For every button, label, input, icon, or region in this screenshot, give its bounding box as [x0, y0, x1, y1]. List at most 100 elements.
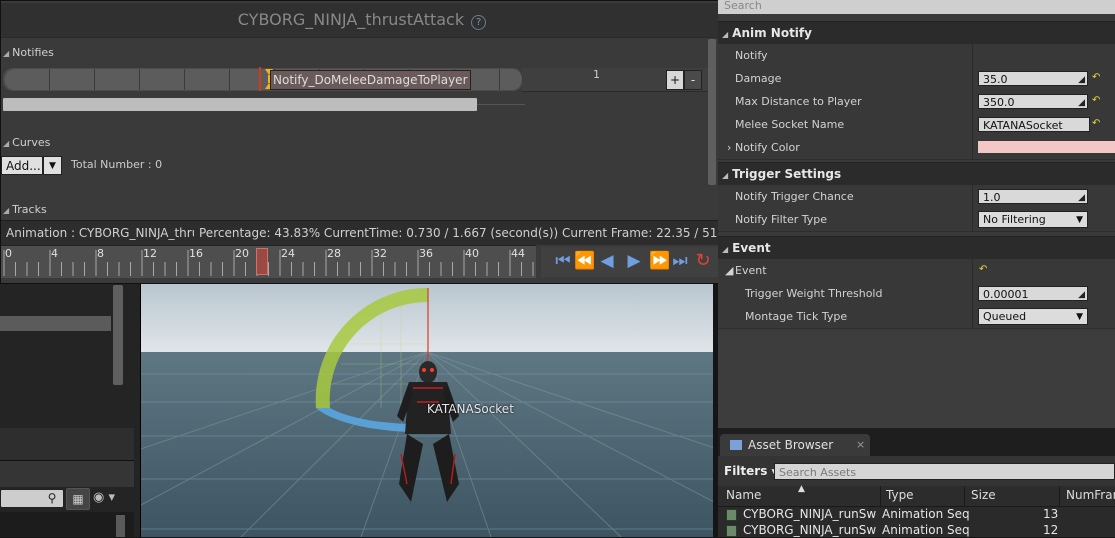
play-icon[interactable]: ▶: [623, 249, 645, 273]
viewport-3d[interactable]: KATANASocket: [140, 284, 713, 537]
property-label: Notify Trigger Chance: [735, 190, 854, 203]
damage-input[interactable]: 35.0 ◢: [978, 71, 1088, 86]
timeline-tick-label: 0: [5, 247, 12, 260]
notify-item[interactable]: Notify_DoMeleeDamageToPlayer: [270, 70, 471, 90]
socket-name-input[interactable]: KATANASocket: [978, 117, 1090, 132]
property-trigger-chance: Notify Trigger Chance 1.0 ◢: [718, 185, 1115, 209]
timeline-tick-label: 4: [51, 247, 58, 260]
asset-size: 13: [1043, 507, 1059, 521]
eye-icon[interactable]: ◉ ▾: [93, 489, 125, 507]
skip-to-start-icon[interactable]: ⏮: [553, 249, 573, 273]
curves-section-header[interactable]: ◢ Curves: [3, 135, 50, 151]
playback-status-bar: Animation : CYBORG_NINJA_thrustAttack Pe…: [1, 220, 767, 245]
timeline-scrubber[interactable]: [1, 245, 536, 278]
color-swatch[interactable]: [978, 141, 1115, 153]
property-weight-threshold: Trigger Weight Threshold 0.00001 ◢: [718, 282, 1115, 306]
category-anim-notify[interactable]: ◢ Anim Notify: [718, 21, 1115, 44]
max-distance-input[interactable]: 350.0 ◢: [978, 94, 1088, 109]
help-icon[interactable]: ?: [471, 15, 487, 30]
column-numframes[interactable]: NumFran: [1066, 488, 1115, 502]
step-forward-icon[interactable]: ⏩: [649, 249, 670, 273]
column-type[interactable]: Type: [886, 488, 914, 502]
table-row[interactable]: CYBORG_NINJA_runSword Animation Seq 12: [718, 522, 1115, 538]
play-reverse-icon[interactable]: ◀: [596, 249, 618, 273]
sort-ascending-icon: ▲: [798, 484, 805, 494]
collapse-triangle-icon[interactable]: ◢: [3, 49, 9, 58]
animation-sequence-icon: [726, 525, 737, 537]
asset-browser-icon: [730, 440, 742, 450]
playhead-marker[interactable]: [259, 67, 261, 91]
drag-handle-icon[interactable]: ◢: [1078, 96, 1085, 111]
scrub-handle[interactable]: [256, 248, 268, 275]
reset-default-icon[interactable]: ↶: [1092, 95, 1100, 106]
property-event: ◢ Event ↶: [718, 259, 1115, 283]
property-max-distance: Max Distance to Player 350.0 ◢ ↶: [718, 90, 1115, 114]
filters-dropdown[interactable]: Filters ▼: [724, 464, 778, 478]
collapse-triangle-icon[interactable]: ◢: [3, 139, 9, 148]
column-divider[interactable]: [880, 486, 881, 506]
skip-to-end-icon[interactable]: ⏭: [670, 249, 690, 273]
collapse-triangle-icon[interactable]: ◢: [725, 259, 733, 282]
editor-vertical-scrollbar[interactable]: [708, 39, 716, 185]
property-label: Notify Filter Type: [735, 213, 828, 226]
filter-type-dropdown[interactable]: No Filtering ▼: [978, 211, 1088, 228]
tab-asset-browser[interactable]: Asset Browser ×: [720, 434, 870, 456]
remove-track-button[interactable]: -: [684, 70, 702, 90]
property-label: Notify: [735, 49, 768, 62]
left-vertical-scrollbar[interactable]: [113, 285, 123, 385]
column-name[interactable]: Name: [726, 488, 761, 502]
animation-sequence-icon: [726, 509, 737, 521]
collapse-triangle-icon[interactable]: ◢: [722, 30, 728, 39]
property-label: Event: [735, 264, 767, 277]
property-filter-type: Notify Filter Type No Filtering ▼: [718, 208, 1115, 232]
selected-list-row[interactable]: [0, 316, 111, 331]
track-segment: [140, 69, 185, 90]
property-notify-color: › Notify Color: [718, 136, 1115, 160]
collapse-triangle-icon[interactable]: ◢: [722, 171, 728, 180]
reset-default-icon[interactable]: ↶: [1092, 72, 1100, 83]
add-track-button[interactable]: +: [666, 70, 684, 90]
total-number: Total Number : 0: [71, 158, 163, 171]
column-size[interactable]: Size: [971, 488, 996, 502]
category-trigger-settings[interactable]: ◢ Trigger Settings: [718, 162, 1115, 185]
left-bottom-scrollbar[interactable]: [116, 515, 125, 537]
tick-type-dropdown[interactable]: Queued ▼: [978, 308, 1088, 325]
category-event[interactable]: ◢ Event: [718, 236, 1115, 259]
drag-handle-icon[interactable]: ◢: [1078, 73, 1085, 88]
search-assets-input[interactable]: Search Assets: [774, 463, 1115, 480]
chevron-down-icon: ▼: [1076, 312, 1083, 322]
track-number: 1: [593, 68, 600, 81]
asset-title-text: CYBORG_NINJA_thrustAttack: [237, 10, 465, 29]
horizontal-scrollbar[interactable]: [3, 98, 477, 111]
add-curve-button[interactable]: Add...: [1, 156, 43, 175]
loop-icon[interactable]: ↻: [692, 249, 714, 273]
chevron-down-icon[interactable]: ▼: [43, 156, 62, 175]
trigger-chance-input[interactable]: 1.0 ◢: [978, 189, 1088, 204]
column-divider[interactable]: [1059, 486, 1060, 506]
column-divider[interactable]: [964, 486, 965, 506]
search-icon[interactable]: ⚲: [44, 490, 60, 506]
left-bottom-toolbar: [0, 460, 134, 487]
timeline-tick-label: 32: [373, 247, 387, 260]
tracks-section-header[interactable]: ◢ Tracks: [3, 202, 47, 218]
property-socket-name: Melee Socket Name KATANASocket ↶: [718, 113, 1115, 137]
collapse-triangle-icon[interactable]: ◢: [722, 245, 728, 254]
close-icon[interactable]: ×: [856, 434, 865, 456]
property-tick-type: Montage Tick Type Queued ▼: [718, 305, 1115, 329]
grid-view-icon[interactable]: ▦: [66, 488, 90, 510]
drag-handle-icon[interactable]: ◢: [1078, 288, 1085, 303]
details-empty-area: [718, 331, 1115, 428]
expand-arrow-icon[interactable]: ›: [727, 136, 731, 159]
weight-threshold-input[interactable]: 0.00001 ◢: [978, 286, 1088, 301]
reset-default-icon[interactable]: ↶: [979, 264, 987, 275]
details-search-input[interactable]: Search: [718, 0, 1115, 14]
table-row[interactable]: CYBORG_NINJA_runSword Animation Seq 13: [718, 506, 1115, 522]
step-back-icon[interactable]: ⏪: [574, 249, 595, 273]
collapse-triangle-icon[interactable]: ◢: [3, 206, 9, 215]
drag-handle-icon[interactable]: ◢: [1078, 191, 1085, 206]
timeline-tick-label: 28: [327, 247, 341, 260]
reset-default-icon[interactable]: ↶: [1092, 118, 1100, 129]
notifies-section-header[interactable]: ◢ Notifies: [3, 45, 54, 61]
track-segment: [95, 69, 140, 90]
asset-browser: Asset Browser × Filters ▼ Search Assets …: [718, 428, 1115, 537]
